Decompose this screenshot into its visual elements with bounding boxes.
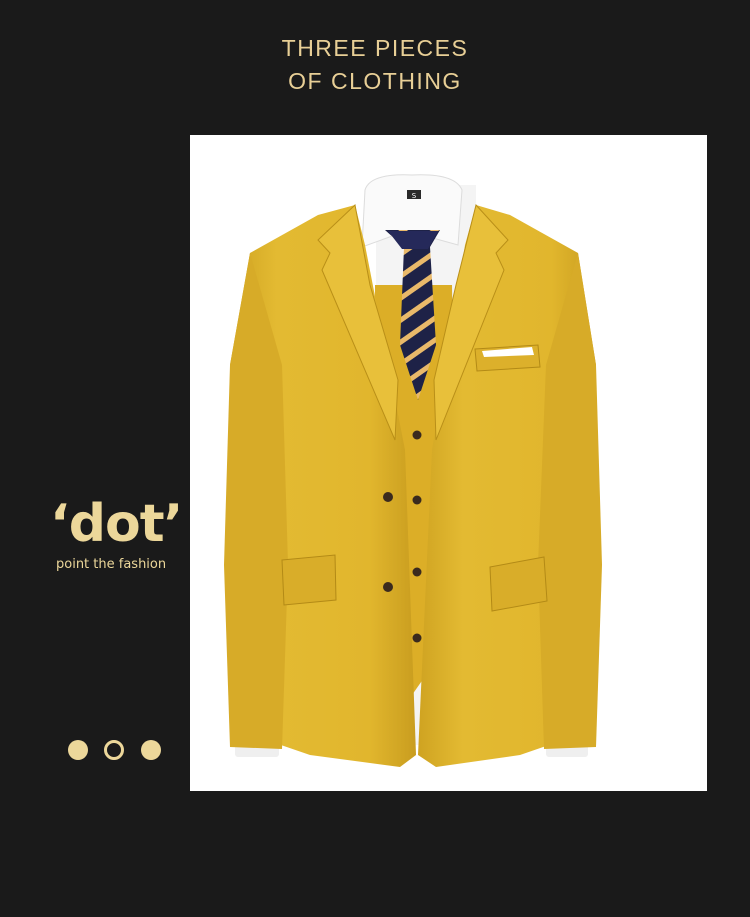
carousel-indicators bbox=[68, 739, 168, 761]
suit-illustration: S bbox=[224, 174, 602, 767]
vest-button-1 bbox=[412, 430, 422, 440]
headline-line-2: OF CLOTHING bbox=[288, 68, 462, 94]
headline-line-1: THREE PIECES bbox=[281, 35, 469, 61]
carousel-dot-3[interactable] bbox=[141, 740, 161, 760]
carousel-dot-2[interactable] bbox=[104, 740, 124, 760]
brand-tagline: point the fashion bbox=[56, 557, 167, 572]
carousel-dot-1[interactable] bbox=[68, 740, 88, 760]
left-pocket-flap bbox=[281, 554, 337, 606]
right-pocket-flap bbox=[489, 556, 548, 612]
collar-label-text: S bbox=[412, 192, 417, 200]
product-image: S bbox=[190, 135, 707, 791]
brand-logo: ‘dot’ bbox=[50, 494, 183, 554]
jacket-button-2 bbox=[383, 582, 393, 592]
jacket-button-1 bbox=[383, 492, 393, 502]
headline: THREE PIECES OF CLOTHING bbox=[0, 32, 750, 98]
vest-button-3 bbox=[412, 567, 422, 577]
vest-button-4 bbox=[412, 633, 422, 643]
vest-button-2 bbox=[412, 495, 422, 505]
